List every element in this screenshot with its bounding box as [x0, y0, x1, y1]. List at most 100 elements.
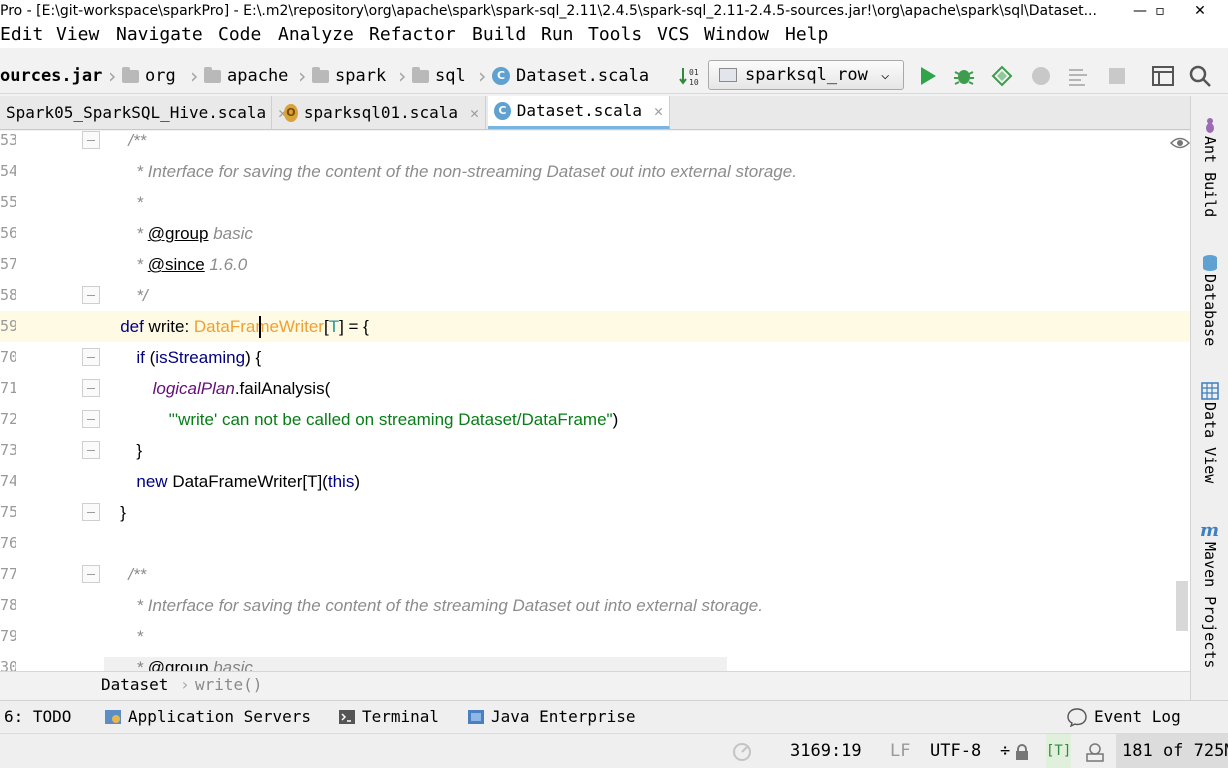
- crumb-sql-label: sql: [435, 66, 466, 86]
- profile-icon[interactable]: [1029, 64, 1053, 88]
- code-line[interactable]: 57 * @since 1.6.0: [0, 249, 1190, 280]
- menu-view[interactable]: View: [56, 22, 99, 48]
- memory-indicator[interactable]: 181 of 725M: [1116, 734, 1228, 768]
- sort-icon[interactable]: 01 10: [678, 64, 702, 88]
- maven-icon: m: [1200, 520, 1220, 541]
- crumb-spark[interactable]: spark: [312, 58, 386, 94]
- line-number: 53: [0, 131, 16, 149]
- close-icon[interactable]: ✕: [654, 95, 663, 127]
- crumb-dataset[interactable]: C Dataset.scala: [492, 58, 649, 94]
- editor-scrollbar-thumb[interactable]: [1176, 581, 1188, 631]
- code-line[interactable]: 55 *: [0, 187, 1190, 218]
- inspector-icon[interactable]: [1084, 742, 1106, 762]
- code-line[interactable]: 77 /**: [0, 559, 1190, 590]
- code-line[interactable]: 59 def write: DataFrameWriter[T] = {: [0, 311, 1190, 342]
- code-line[interactable]: 53 /**: [0, 131, 1190, 156]
- eye-icon[interactable]: [1170, 135, 1190, 151]
- code-token: }: [136, 441, 143, 460]
- code-token: 1.6.0: [204, 255, 248, 274]
- coverage-icon[interactable]: [990, 64, 1014, 88]
- tool-ant-build[interactable]: Ant Build: [1191, 136, 1228, 217]
- tool-event-log[interactable]: Event Log: [1066, 701, 1181, 733]
- menu-analyze[interactable]: Analyze: [278, 22, 354, 48]
- maximize-button[interactable]: ▫: [1140, 0, 1180, 22]
- tool-todo[interactable]: 6: TODO: [4, 701, 71, 733]
- run-configuration-select[interactable]: sparksql_row ⌵: [708, 60, 904, 90]
- line-number: 70: [0, 348, 16, 366]
- tool-terminal[interactable]: Terminal: [338, 701, 439, 733]
- window-title: Pro - [E:\git-workspace\sparkPro] - E:\.…: [0, 3, 1097, 19]
- scala-object-icon: O: [284, 103, 298, 122]
- menu-refactor[interactable]: Refactor: [369, 22, 456, 48]
- code-text: /**: [128, 131, 146, 156]
- code-line[interactable]: 72 "'write' can not be called on streamin…: [0, 404, 1190, 435]
- project-structure-icon[interactable]: [1151, 64, 1175, 88]
- code-line[interactable]: 73}: [0, 435, 1190, 466]
- progress-icon[interactable]: [732, 742, 752, 762]
- close-icon[interactable]: ✕: [470, 97, 479, 129]
- line-number: 72: [0, 410, 16, 428]
- tool-data-view[interactable]: Data View: [1191, 402, 1228, 483]
- code-token: * Interface for saving the content of th…: [136, 596, 763, 615]
- tool-java-enterprise[interactable]: Java Enterprise: [467, 701, 636, 733]
- code-line[interactable]: 78 * Interface for saving the content of …: [0, 590, 1190, 621]
- file-encoding[interactable]: UTF-8: [930, 734, 981, 768]
- tool-application-servers[interactable]: Application Servers: [104, 701, 311, 733]
- stop-icon[interactable]: [1105, 64, 1129, 88]
- search-icon[interactable]: [1188, 64, 1212, 88]
- crumb-dataset-label: Dataset.scala: [516, 66, 650, 86]
- code-crumb-class[interactable]: Dataset: [101, 672, 168, 698]
- menu-edit[interactable]: Edit: [0, 22, 43, 48]
- lock-icon[interactable]: [1015, 744, 1029, 760]
- database-icon: [1203, 255, 1217, 271]
- code-line[interactable]: 58 */: [0, 280, 1190, 311]
- code-text: /**: [128, 559, 146, 590]
- menu-tools[interactable]: Tools: [588, 22, 642, 48]
- crumb-org[interactable]: org: [122, 58, 176, 94]
- crumb-separator: ›: [476, 64, 489, 88]
- crumb-jar[interactable]: ources.jar: [0, 58, 102, 94]
- code-line[interactable]: 70 if (isStreaming) {: [0, 342, 1190, 373]
- code-line[interactable]: 79 *: [0, 621, 1190, 652]
- crumb-apache-label: apache: [227, 66, 289, 86]
- menu-help[interactable]: Help: [785, 22, 828, 48]
- status-bar: 3169:19 LF UTF-8 ÷ [T] 181 of 725M: [0, 733, 1228, 768]
- crumb-separator: ›: [106, 64, 119, 88]
- tab-dataset[interactable]: C Dataset.scala ✕: [488, 96, 670, 129]
- code-token: * Interface for saving the content of th…: [136, 162, 797, 181]
- line-number: 79: [0, 627, 16, 645]
- crumb-separator: ›: [396, 64, 409, 88]
- menu-code[interactable]: Code: [218, 22, 261, 48]
- crumb-apache[interactable]: apache: [204, 58, 288, 94]
- code-crumb-method[interactable]: write(): [195, 672, 262, 698]
- title-bar: Pro - [E:\git-workspace\sparkPro] - E:\.…: [0, 0, 1228, 22]
- application-servers-icon: [105, 710, 121, 724]
- tool-database[interactable]: Database: [1191, 274, 1228, 346]
- caret-position[interactable]: 3169:19: [790, 734, 862, 768]
- crumb-sql[interactable]: sql: [412, 58, 466, 94]
- code-line[interactable]: 74 new DataFrameWriter[T](this): [0, 466, 1190, 497]
- tool-maven-projects[interactable]: Maven Projects: [1191, 542, 1228, 668]
- code-line[interactable]: 54 * Interface for saving the content of …: [0, 156, 1190, 187]
- code-editor[interactable]: 53 /** 54 * Interface for saving the conten…: [0, 131, 1190, 671]
- code-line[interactable]: 75}: [0, 497, 1190, 528]
- run-icon[interactable]: [916, 64, 940, 88]
- tab-spark05[interactable]: Spark05_SparkSQL_Hive.scala ✕: [0, 96, 287, 129]
- menu-run[interactable]: Run: [541, 22, 574, 48]
- line-number: 30: [0, 658, 16, 671]
- code-line[interactable]: 76: [0, 528, 1190, 559]
- debug-icon[interactable]: [952, 64, 976, 88]
- close-button[interactable]: ✕: [1180, 0, 1220, 22]
- line-separator[interactable]: LF: [890, 734, 910, 768]
- code-line[interactable]: 56 * @group basic: [0, 218, 1190, 249]
- code-token: *: [136, 193, 144, 212]
- menu-vcs[interactable]: VCS: [657, 22, 690, 48]
- build-icon[interactable]: [1066, 64, 1090, 88]
- menu-window[interactable]: Window: [704, 22, 769, 48]
- menu-navigate[interactable]: Navigate: [116, 22, 203, 48]
- code-token: def: [120, 317, 149, 336]
- context-badge[interactable]: [T]: [1046, 734, 1072, 768]
- menu-build[interactable]: Build: [472, 22, 526, 48]
- tab-sparksql01[interactable]: O sparksql01.scala ✕: [278, 96, 486, 129]
- code-line[interactable]: 71 logicalPlan.failAnalysis(: [0, 373, 1190, 404]
